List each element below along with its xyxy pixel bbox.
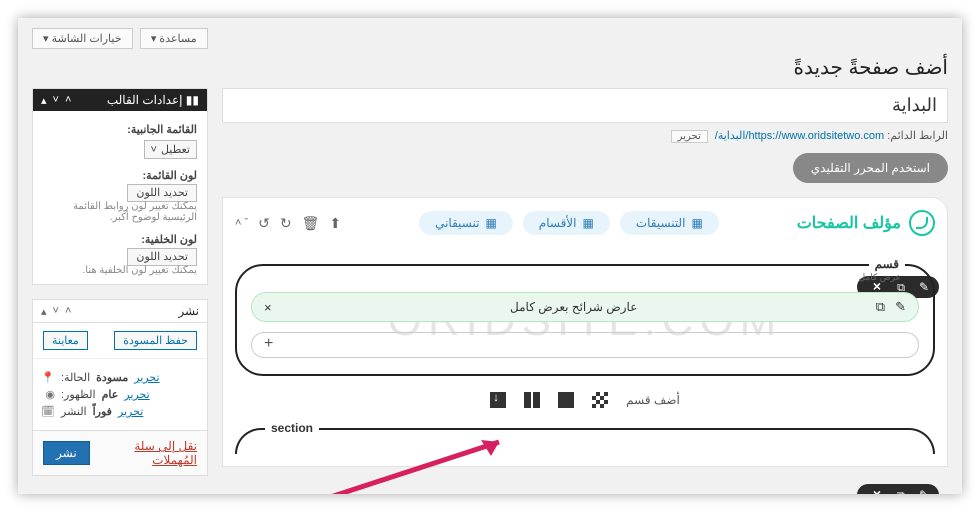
publish-box-title: نشر (178, 304, 199, 318)
section-legend: قسم (869, 257, 905, 271)
status-edit-link[interactable]: تحرير (134, 371, 159, 384)
tab-sections[interactable]: ▦ الأقسام (523, 211, 610, 235)
publish-box-header[interactable]: نشر ˄ ˅ ▴ (33, 300, 207, 323)
eye-icon: ◉ (43, 388, 55, 401)
publish-button[interactable]: نشر (43, 441, 90, 465)
side-menu-select[interactable]: تعطيل ˅ (144, 140, 197, 159)
slider-widget-row[interactable]: ✎ ⧉ عارض شرائح بعرض كامل × (251, 292, 919, 322)
menu-color-button[interactable]: تحديد اللون (127, 184, 197, 202)
box-toggle-icon[interactable]: ▴ (41, 305, 47, 318)
box-up-icon[interactable]: ˄ (65, 94, 71, 107)
schedule-label: النشر (61, 405, 87, 418)
layout-grid-icon[interactable] (592, 392, 608, 408)
status-label: الحالة: (61, 371, 90, 384)
add-section-label: أضف قسم (626, 393, 680, 407)
widget-duplicate-icon[interactable]: ⧉ (876, 299, 885, 315)
undo-icon[interactable]: ↺ (258, 215, 270, 232)
permalink-row: الرابط الدائم: https://www.oridsitetwo.c… (222, 129, 948, 143)
publish-box: نشر ˄ ˅ ▴ حفظ المسودة معاينة تحرير مسودة ا… (32, 299, 208, 476)
trash-icon[interactable]: 🗑 (302, 215, 320, 232)
builder-brand-label: مؤلف الصفحات (797, 213, 901, 233)
visibility-label: الظهور: (61, 388, 96, 401)
visibility-edit-link[interactable]: تحرير (124, 388, 149, 401)
visibility-value: عام (102, 388, 119, 401)
screen-meta-links: مساعدة ▾ خيارات الشاشة ▾ (32, 28, 948, 49)
pin-icon: 📍 (43, 371, 55, 384)
delete-section-icon-2[interactable] (867, 488, 881, 494)
permalink-slug[interactable]: /البداية/ (715, 130, 749, 142)
layout-full-icon[interactable] (558, 392, 574, 408)
preview-button[interactable]: معاينة (43, 331, 88, 350)
schedule-edit-link[interactable]: تحرير (118, 405, 143, 418)
page-heading: أضف صفحةً جديدةً (32, 55, 948, 80)
calendar-icon: 🗓 (43, 405, 55, 418)
edit-section-icon-2[interactable] (915, 488, 929, 494)
side-menu-label: القائمة الجانبية: (43, 123, 197, 136)
section-sublegend: عرض كامل (859, 272, 901, 283)
permalink-edit-button[interactable]: تحرير (671, 130, 708, 143)
page-builder-panel: ORIDSITE.COM مؤلف الصفحات ▦ التنسيقات ▦ … (222, 197, 948, 467)
page-canvas: مساعدة ▾ خيارات الشاشة ▾ أضف صفحةً جديدة… (18, 18, 962, 494)
upload-icon[interactable]: ⬆ (329, 215, 341, 232)
sidebar-column: ▮▮ إعدادات القالب ˄˅▴ القائمة الجانبية: … (32, 88, 208, 490)
widget-delete-icon[interactable]: × (264, 300, 272, 315)
brand-icon (909, 210, 935, 236)
builder-history: ⬆ 🗑 ↻ ↺ ˇ ˄ (235, 215, 341, 232)
box-down-icon[interactable]: ˅ (53, 305, 59, 318)
add-section-row: أضف قسم (235, 392, 935, 408)
bg-color-button[interactable]: تحديد اللون (127, 248, 197, 266)
template-settings-header[interactable]: ▮▮ إعدادات القالب ˄˅▴ (33, 89, 207, 111)
duplicate-section-icon-2[interactable] (891, 488, 905, 494)
help-toggle[interactable]: مساعدة ▾ (140, 28, 208, 49)
bg-color-label: لون الخلفية: (43, 233, 197, 246)
slider-widget-label: عارض شرائح بعرض كامل (272, 300, 876, 314)
layout-import-icon[interactable] (490, 392, 506, 408)
permalink-base[interactable]: https://www.oridsitetwo.com (748, 130, 884, 142)
screen-options-toggle[interactable]: خيارات الشاشة ▾ (32, 28, 133, 49)
box-up-icon[interactable]: ˄ (65, 305, 71, 318)
template-settings-box: ▮▮ إعدادات القالب ˄˅▴ القائمة الجانبية: … (32, 88, 208, 285)
widget-edit-icon[interactable]: ✎ (895, 299, 906, 315)
use-classic-editor-button[interactable]: استخدم المحرر التقليدي (793, 153, 948, 183)
section-container-2: section (235, 428, 935, 454)
save-draft-button[interactable]: حفظ المسودة (114, 331, 197, 350)
status-value: مسودة (96, 371, 128, 384)
menu-color-hint: يمكنك تغيير لون روابط القائمة الرئيسية ل… (43, 201, 197, 223)
tab-sections-label: الأقسام (539, 216, 577, 230)
menu-color-label: لون القائمة: (43, 169, 197, 182)
tab-formats[interactable]: ▦ التنسيقات (620, 211, 719, 235)
schedule-value: فوراً (93, 405, 112, 418)
builder-tabs: ▦ التنسيقات ▦ الأقسام ▦ تنسيقاني (419, 211, 719, 235)
tab-consistency-label: تنسيقاني (435, 216, 479, 230)
section-toolbar-2 (857, 484, 939, 494)
add-widget-row[interactable] (251, 332, 919, 358)
main-column: الرابط الدائم: https://www.oridsitetwo.c… (222, 88, 948, 490)
move-to-trash-link[interactable]: نقل إلى سلة المُهملات (90, 439, 197, 467)
bg-color-hint: يمكنك تغيير لون الخلفية هنا. (43, 265, 197, 276)
box-toggle-icon[interactable]: ▴ (41, 94, 47, 107)
tab-formats-label: التنسيقات (636, 216, 686, 230)
redo-icon[interactable]: ↻ (280, 215, 292, 232)
permalink-label: الرابط الدائم: (887, 130, 948, 142)
tab-consistency[interactable]: ▦ تنسيقاني (419, 211, 513, 235)
page-title-input[interactable] (222, 88, 948, 123)
layout-two-col-icon[interactable] (524, 392, 540, 408)
template-settings-title: إعدادات القالب (107, 93, 183, 107)
box-down-icon[interactable]: ˅ (53, 94, 59, 107)
section2-legend: section (265, 421, 319, 435)
side-menu-value: تعطيل (161, 143, 190, 156)
section-container-1: قسم عرض كامل ✎ ⧉ عارض شرائح بعرض كامل × (235, 264, 935, 376)
chevron-down-icon[interactable]: ˇ ˄ (235, 217, 248, 229)
builder-brand: مؤلف الصفحات (797, 210, 935, 236)
